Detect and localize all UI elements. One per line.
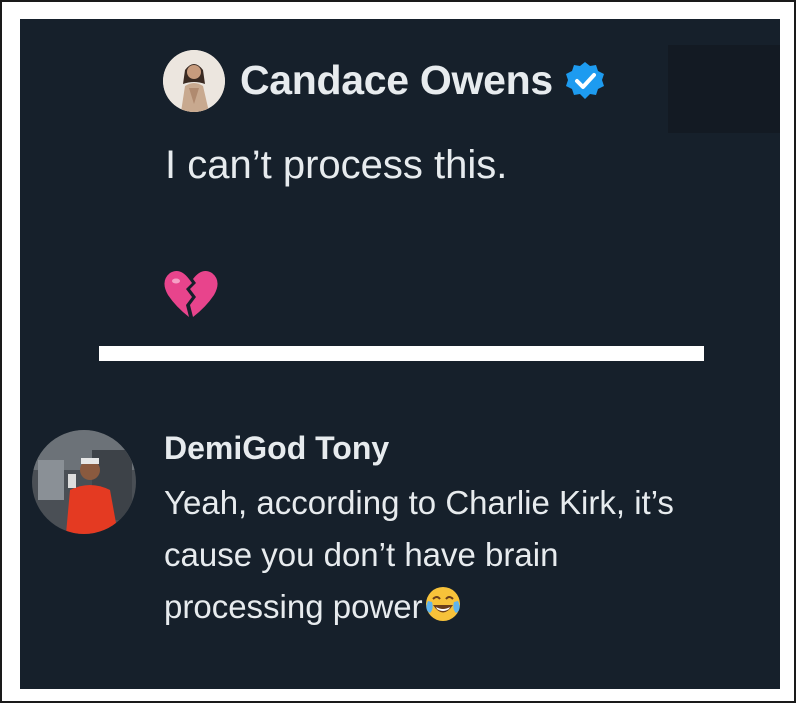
demigod-avatar[interactable] xyxy=(32,430,136,534)
divider-bar xyxy=(99,346,704,361)
verified-badge-icon xyxy=(565,61,604,99)
reply-author-name[interactable]: DemiGod Tony xyxy=(164,430,389,467)
candace-avatar[interactable] xyxy=(163,50,225,112)
cropped-corner xyxy=(668,45,780,133)
reply-line-3: processing power xyxy=(164,581,774,633)
reply-line-1: Yeah, according to Charlie Kirk, it’s xyxy=(164,484,674,521)
reply-text: Yeah, according to Charlie Kirk, it’s ca… xyxy=(164,477,774,633)
dark-post-panel: Candace Owens I can’t process this. Demi… xyxy=(20,19,780,689)
screenshot-frame: Candace Owens I can’t process this. Demi… xyxy=(0,0,796,703)
reply-line-3-text: processing power xyxy=(164,588,423,625)
post-author-name[interactable]: Candace Owens xyxy=(240,57,553,104)
post-author: Candace Owens xyxy=(240,57,605,104)
reply-line-2: cause you don’t have brain xyxy=(164,536,559,573)
post-text: I can’t process this. xyxy=(165,143,508,187)
tears-of-joy-icon xyxy=(425,587,460,621)
broken-heart-icon xyxy=(164,271,218,317)
